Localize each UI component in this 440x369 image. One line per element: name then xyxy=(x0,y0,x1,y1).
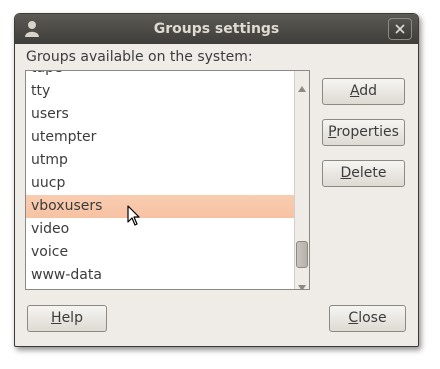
list-item[interactable]: video xyxy=(26,218,294,241)
mouse-pointer-icon xyxy=(127,205,141,231)
window-close-button[interactable] xyxy=(388,18,412,40)
list-item[interactable]: utmp xyxy=(26,149,294,172)
title-bar[interactable]: Groups settings xyxy=(15,14,418,44)
add-button[interactable]: Add xyxy=(322,78,405,105)
list-item[interactable]: users xyxy=(26,103,294,126)
scroll-up-arrow-icon[interactable] xyxy=(298,77,306,96)
list-item[interactable]: tty xyxy=(26,80,294,103)
scroll-down-arrow-icon[interactable] xyxy=(298,276,306,289)
list-item[interactable]: www-data xyxy=(26,264,294,287)
groups-settings-dialog: Groups settings Groups available on the … xyxy=(14,13,419,347)
properties-button[interactable]: Properties xyxy=(322,119,405,146)
list-item-partial[interactable]: tape xyxy=(26,71,294,80)
scrollbar-thumb[interactable] xyxy=(296,241,308,268)
list-item[interactable]: utempter xyxy=(26,126,294,149)
window-title: Groups settings xyxy=(153,21,280,37)
list-item-selected[interactable]: vboxusers xyxy=(26,195,294,218)
groups-list-items: tape tty users utempter utmp uucp vboxus… xyxy=(26,71,294,287)
groups-list[interactable]: tape tty users utempter utmp uucp vboxus… xyxy=(25,70,310,290)
groups-list-viewport: tape tty users utempter utmp uucp vboxus… xyxy=(26,71,294,289)
list-scrollbar[interactable] xyxy=(294,71,309,289)
help-button[interactable]: Help xyxy=(27,305,107,332)
list-item[interactable]: voice xyxy=(26,241,294,264)
delete-button[interactable]: Delete xyxy=(322,160,405,187)
list-item[interactable]: uucp xyxy=(26,172,294,195)
close-button[interactable]: Close xyxy=(329,305,406,332)
groups-available-label: Groups available on the system: xyxy=(26,49,253,65)
